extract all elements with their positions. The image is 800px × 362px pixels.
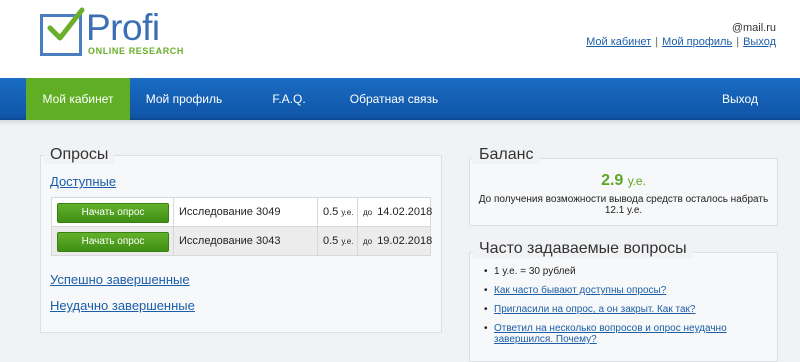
nav-item-feedback[interactable]: Обратная связь <box>338 78 450 120</box>
balance-amount: 2.9 <box>601 172 624 189</box>
bullet-icon: • <box>484 285 488 296</box>
failed-surveys-link[interactable]: Неудачно завершенные <box>50 298 195 313</box>
survey-reward: 0.5 у.е. <box>323 198 353 227</box>
balance-note: До получения возможности вывода средств … <box>478 194 769 216</box>
row-divider <box>317 198 318 226</box>
link-separator: | <box>736 36 740 48</box>
header: Profi ONLINE RESEARCH @mail.ru Мой кабин… <box>0 0 800 78</box>
row-divider <box>357 227 358 255</box>
user-email: @mail.ru <box>731 22 776 34</box>
start-survey-button[interactable]: Начать опрос <box>57 232 169 252</box>
balance-value: 2.9 у.е. <box>469 172 778 190</box>
row-divider <box>173 198 174 226</box>
deadline-date: 19.02.2018 <box>377 235 433 247</box>
balance-unit: у.е. <box>627 174 646 188</box>
faq-item: • Пригласили на опрос, а он закрыт. Как т… <box>484 304 744 315</box>
deadline-date: 14.02.2018 <box>377 206 433 218</box>
faq-text: 1 у.е. = 30 рублей <box>494 266 576 277</box>
survey-study-name: Исследование 3043 <box>179 235 281 247</box>
survey-deadline: до 14.02.2018 <box>363 198 432 227</box>
balance-title: Баланс <box>473 146 540 164</box>
available-surveys-link[interactable]: Доступные <box>50 174 116 189</box>
link-separator: | <box>655 36 659 48</box>
bullet-icon: • <box>484 304 488 315</box>
row-divider <box>173 227 174 255</box>
nav-item-cabinet[interactable]: Мой кабинет <box>26 78 130 120</box>
top-link-cabinet[interactable]: Мой кабинет <box>586 36 651 48</box>
row-divider <box>357 198 358 226</box>
deadline-prefix: до <box>363 237 373 246</box>
surveys-title: Опросы <box>44 146 115 164</box>
faq-link[interactable]: Ответил на несколько вопросов и опрос не… <box>494 323 727 345</box>
bullet-icon: • <box>484 323 488 334</box>
reward-unit: у.е. <box>341 237 354 246</box>
survey-deadline: до 19.02.2018 <box>363 227 432 256</box>
reward-amount: 0.5 <box>323 206 339 218</box>
survey-reward: 0.5 у.е. <box>323 227 353 256</box>
logo-word: Profi <box>86 7 160 48</box>
survey-row: Начать опрос Исследование 3049 0.5 у.е. … <box>51 197 432 227</box>
faq-item: • Как часто бывают доступны опросы? <box>484 285 744 296</box>
row-divider <box>317 227 318 255</box>
faq-item: • 1 у.е. = 30 рублей <box>484 266 744 277</box>
reward-amount: 0.5 <box>323 235 339 247</box>
reward-unit: у.е. <box>341 208 354 217</box>
start-survey-button[interactable]: Начать опрос <box>57 203 169 223</box>
main-nav: Мой кабинет Мой профиль F.A.Q. Обратная … <box>0 78 800 120</box>
nav-item-faq[interactable]: F.A.Q. <box>240 78 338 120</box>
nav-item-profile[interactable]: Мой профиль <box>132 78 236 120</box>
survey-row: Начать опрос Исследование 3043 0.5 у.е. … <box>51 226 432 256</box>
nav-shadow <box>0 120 800 126</box>
top-link-profile[interactable]: Мой профиль <box>662 36 732 48</box>
logo[interactable]: Profi ONLINE RESEARCH <box>40 7 183 62</box>
checkmark-icon <box>47 7 85 41</box>
faq-item: • Ответил на несколько вопросов и опрос н… <box>484 323 744 345</box>
survey-study-name: Исследование 3049 <box>179 206 281 218</box>
bullet-icon: • <box>484 266 488 277</box>
faq-title: Часто задаваемые вопросы <box>473 240 693 258</box>
top-link-logout[interactable]: Выход <box>743 36 776 48</box>
faq-list: • 1 у.е. = 30 рублей • Как часто бывают до… <box>484 266 744 353</box>
nav-item-logout[interactable]: Выход <box>700 78 780 120</box>
top-links: Мой кабинет | Мой профиль | Выход <box>586 36 776 48</box>
faq-link[interactable]: Пригласили на опрос, а он закрыт. Как та… <box>494 304 695 315</box>
faq-link[interactable]: Как часто бывают доступны опросы? <box>494 285 666 296</box>
deadline-prefix: до <box>363 208 373 217</box>
completed-surveys-link[interactable]: Успешно завершенные <box>50 272 190 287</box>
logo-subtitle: ONLINE RESEARCH <box>88 46 185 56</box>
